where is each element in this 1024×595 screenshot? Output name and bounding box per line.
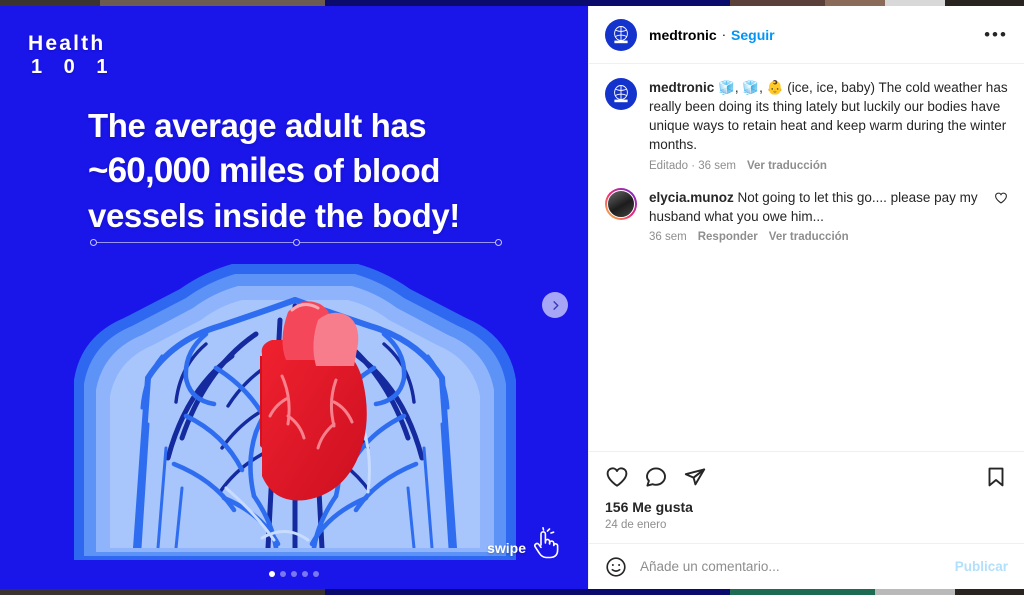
caption-edited-time: Editado · 36 sem <box>649 159 736 172</box>
add-comment-bar: Publicar <box>589 543 1024 589</box>
like-button[interactable] <box>605 465 629 489</box>
post-actions-section: 156 Me gusta 24 de enero <box>589 451 1024 543</box>
smiley-icon <box>606 556 626 577</box>
share-button[interactable] <box>683 465 707 489</box>
comment-icon <box>646 467 666 487</box>
comment-text-wrap: elycia.munoz Not going to let this go...… <box>649 188 982 226</box>
headline-part-2: of blood <box>304 151 441 189</box>
post-date: 24 de enero <box>605 519 667 531</box>
heart-icon <box>995 192 1007 204</box>
caption-row: medtronic 🧊, 🧊, 👶 (ice, ice, baby) The c… <box>605 78 1008 172</box>
more-options-button[interactable]: ••• <box>984 23 1008 47</box>
carousel-dot[interactable] <box>269 571 275 577</box>
swipe-hint: swipe <box>487 527 560 561</box>
comment-meta: 36 sem Responder Ver traducción <box>649 231 982 243</box>
headline-part-3: vessels inside the body! <box>88 196 460 234</box>
caption-username[interactable]: medtronic <box>649 80 714 95</box>
action-bar <box>605 460 1008 494</box>
emoji-picker-button[interactable] <box>605 556 627 578</box>
comment-translate-button[interactable]: Ver traducción <box>769 231 849 243</box>
post-header: medtronic · Seguir ••• <box>589 6 1024 64</box>
divider-node-center <box>293 239 300 246</box>
carousel-dot[interactable] <box>313 571 319 577</box>
author-username[interactable]: medtronic <box>649 27 717 43</box>
comment-body: elycia.munoz Not going to let this go...… <box>649 188 982 243</box>
post-side-panel: medtronic · Seguir ••• medtronic 🧊, 🧊, 👶… <box>588 6 1024 589</box>
divider-node-left <box>90 239 97 246</box>
publish-button[interactable]: Publicar <box>955 559 1008 574</box>
bookmark-icon <box>988 467 1004 487</box>
medtronic-logo-icon <box>608 81 634 107</box>
logo-line-1: Health <box>28 32 106 55</box>
commenter-username[interactable]: elycia.munoz <box>649 190 734 205</box>
next-slide-button[interactable] <box>542 292 568 318</box>
divider-node-right <box>495 239 502 246</box>
commenter-avatar[interactable] <box>605 187 637 220</box>
post-modal: Health 1 0 1 The average adult has ~60,0… <box>0 6 1024 589</box>
carousel-dot[interactable] <box>302 571 308 577</box>
author-info: medtronic · Seguir <box>649 27 972 43</box>
comment-like-button[interactable] <box>994 191 1008 205</box>
pointing-hand-icon <box>534 527 559 559</box>
comment-button[interactable] <box>644 465 668 489</box>
carousel-dots <box>0 571 588 577</box>
share-icon <box>684 468 706 486</box>
screen: Health 1 0 1 The average adult has ~60,0… <box>0 0 1024 595</box>
carousel-dot[interactable] <box>291 571 297 577</box>
caption-body: medtronic 🧊, 🧊, 👶 (ice, ice, baby) The c… <box>649 78 1008 172</box>
medtronic-logo-icon <box>608 22 634 47</box>
separator-dot: · <box>721 27 727 42</box>
follow-button[interactable]: Seguir <box>731 27 775 43</box>
post-headline: The average adult has ~60,000 miles of b… <box>88 104 528 237</box>
comment-reply-button[interactable]: Responder <box>698 231 758 243</box>
chevron-right-icon <box>552 300 559 310</box>
heart-icon <box>606 467 628 487</box>
likes-count[interactable]: 156 Me gusta <box>605 499 1008 515</box>
headline-part-1: The average adult has <box>88 107 427 144</box>
swipe-label: swipe <box>487 540 526 556</box>
caption-meta: Editado · 36 sem Ver traducción <box>649 160 1008 172</box>
comment-row: elycia.munoz Not going to let this go...… <box>605 187 1008 243</box>
health-101-logo: Health 1 0 1 <box>28 32 115 78</box>
caption-text-wrap: medtronic 🧊, 🧊, 👶 (ice, ice, baby) The c… <box>649 78 1008 155</box>
caption-translate-button[interactable]: Ver traducción <box>747 160 827 172</box>
save-button[interactable] <box>984 465 1008 489</box>
decorative-divider <box>90 238 502 247</box>
comment-input[interactable] <box>640 559 942 574</box>
logo-line-2: 1 0 1 <box>31 55 116 78</box>
caption-avatar[interactable] <box>605 78 637 110</box>
torso-vascular-illustration <box>56 248 534 578</box>
carousel-dot[interactable] <box>280 571 286 577</box>
author-avatar[interactable] <box>605 18 637 51</box>
headline-emphasis: ~60,000 miles <box>88 150 305 190</box>
post-media[interactable]: Health 1 0 1 The average adult has ~60,0… <box>0 6 588 589</box>
comments-list: medtronic 🧊, 🧊, 👶 (ice, ice, baby) The c… <box>589 64 1024 451</box>
comment-time: 36 sem <box>649 230 687 243</box>
